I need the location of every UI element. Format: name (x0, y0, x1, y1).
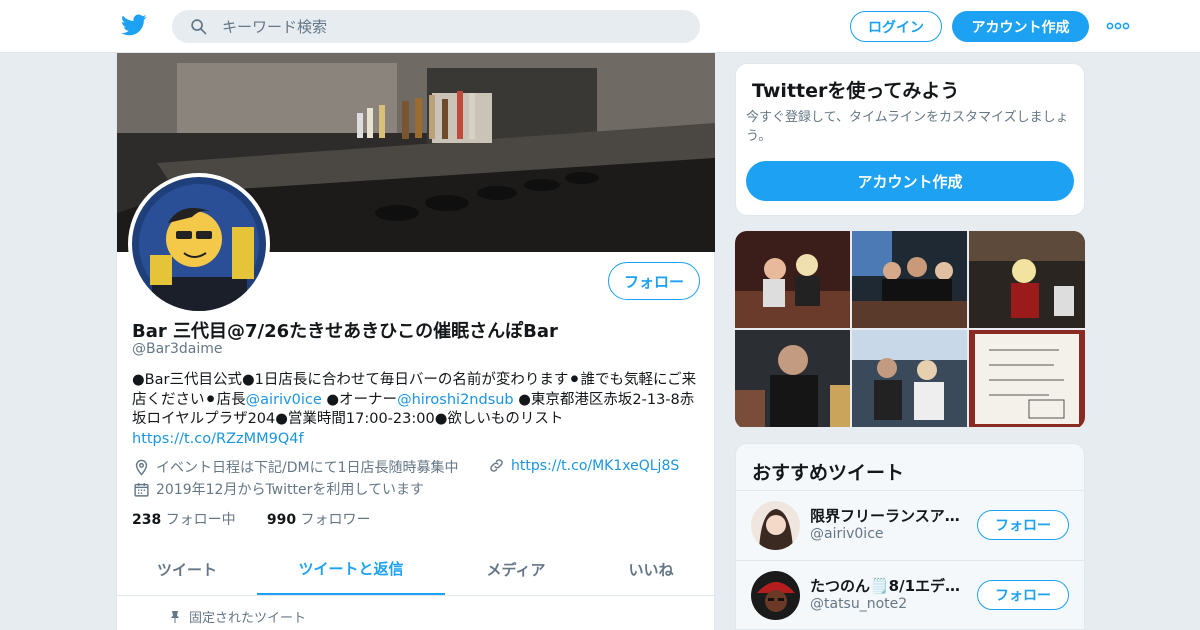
recommended-follow-button[interactable]: フォロー (977, 510, 1069, 540)
following-stat[interactable]: 238 フォロー中 (132, 512, 236, 528)
login-button[interactable]: ログイン (850, 11, 942, 42)
media-thumbnail[interactable] (969, 330, 1085, 427)
recommended-user-handle: @airiv0ice (810, 526, 884, 542)
avatar[interactable] (751, 571, 800, 620)
mention-link[interactable]: @airiv0ice (246, 392, 322, 408)
media-thumbnail[interactable] (735, 330, 850, 427)
tab-tweets[interactable]: ツイート (117, 543, 257, 595)
profile-tabs: ツイート ツイートと返信 メディア いいね (117, 543, 715, 596)
media-photo-grid (735, 231, 1085, 429)
recommended-follow-button[interactable]: フォロー (977, 580, 1069, 610)
tab-media[interactable]: メディア (445, 543, 587, 595)
signup-card-text: 今すぐ登録して、タイムラインをカスタマイズしましょう。 (746, 110, 1069, 144)
pinned-tweet-label: 固定されたツイート (169, 607, 306, 626)
profile-location: イベント日程は下記/DMにて1日店長随時募集中 (133, 457, 458, 477)
follow-button[interactable]: フォロー (608, 262, 700, 300)
profile-stats: 238 フォロー中 990 フォロワー (132, 509, 371, 529)
followers-stat[interactable]: 990 フォロワー (267, 512, 371, 528)
link-icon (490, 459, 503, 472)
more-options-icon[interactable] (1106, 20, 1130, 32)
pin-icon (171, 610, 179, 623)
recommended-user-handle: @tatsu_note2 (810, 596, 908, 612)
top-navigation-bar: ログイン アカウント作成 (0, 0, 1200, 53)
recommended-user-name[interactable]: 限界フリーランスア… (810, 505, 970, 526)
mention-link[interactable]: @hiroshi2ndsub (397, 392, 514, 408)
signup-button[interactable]: アカウント作成 (952, 11, 1089, 42)
media-thumbnail[interactable] (852, 231, 967, 328)
signup-card-title: Twitterを使ってみよう (752, 80, 960, 102)
search-box[interactable] (172, 10, 700, 43)
search-icon (191, 19, 207, 35)
recommended-user-item[interactable]: 限界フリーランスア… @airiv0ice フォロー (736, 490, 1084, 560)
media-thumbnail[interactable] (969, 231, 1085, 328)
recommended-user-name[interactable]: たつのん🗒️8/1エデ… (810, 575, 970, 596)
recommended-users-panel: おすすめツイート 限界フリーランスア… @airiv0ice フォロー たつのん… (735, 443, 1085, 630)
bio-url-link[interactable]: https://t.co/RZzMM9Q4f (132, 431, 304, 447)
tab-likes[interactable]: いいね (587, 543, 715, 595)
profile-avatar[interactable] (128, 173, 270, 315)
media-thumbnail[interactable] (735, 231, 850, 328)
location-pin-icon (135, 459, 148, 476)
profile-name: Bar 三代目@7/26たきせあきひこの催眠さんぽBar (132, 321, 558, 342)
profile-website[interactable]: https://t.co/MK1xeQLj8S (488, 457, 679, 474)
search-input[interactable] (222, 10, 682, 43)
signup-card: Twitterを使ってみよう 今すぐ登録して、タイムラインをカスタマイズしましょ… (735, 63, 1085, 216)
signup-card-button[interactable]: アカウント作成 (746, 161, 1074, 201)
tab-tweets-and-replies[interactable]: ツイートと返信 (257, 543, 445, 595)
profile-joined-date: 2019年12月からTwitterを利用しています (133, 479, 424, 499)
profile-column: フォロー Bar 三代目@7/26たきせあきひこの催眠さんぽBar @Bar3d… (116, 53, 715, 630)
profile-bio: ●Bar三代目公式●1日店長に合わせて毎日バーの名前が変わります⚫︎誰でも気軽に… (132, 372, 697, 447)
avatar[interactable] (751, 501, 800, 550)
recommended-user-item[interactable]: たつのん🗒️8/1エデ… @tatsu_note2 フォロー (736, 560, 1084, 629)
twitter-bird-icon[interactable] (120, 12, 148, 38)
media-thumbnail[interactable] (852, 330, 967, 427)
recommended-title: おすすめツイート (752, 462, 905, 484)
calendar-icon (134, 482, 149, 497)
profile-handle[interactable]: @Bar3daime (132, 341, 222, 357)
